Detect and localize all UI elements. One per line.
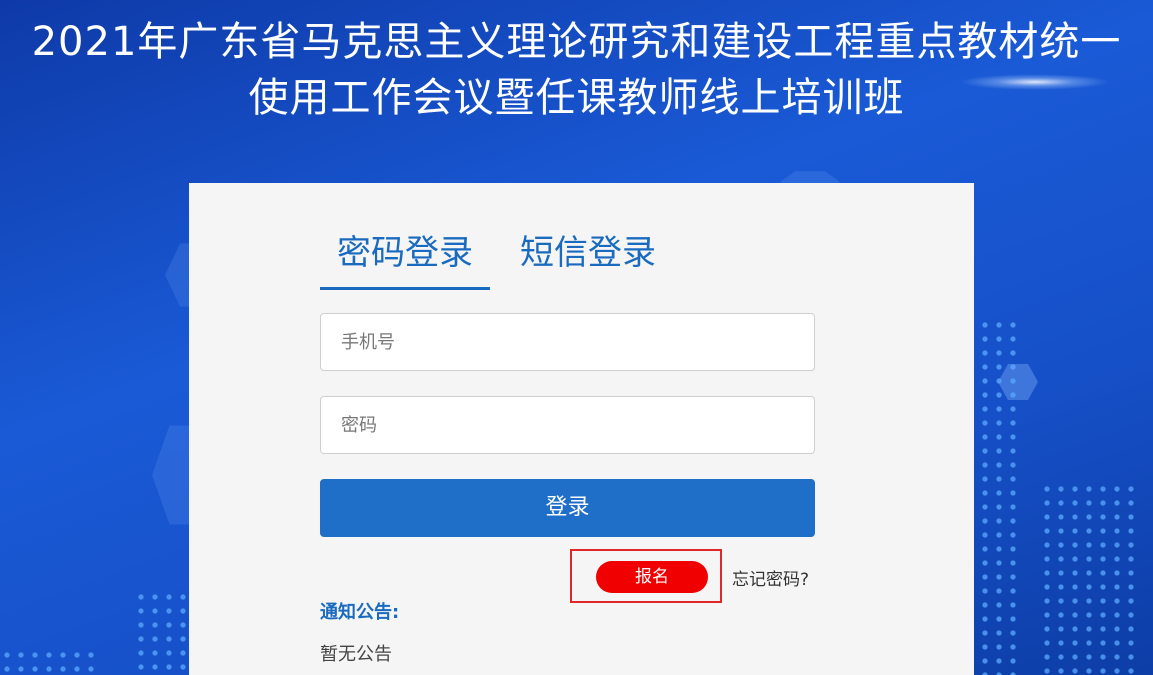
decor-dots [134, 590, 190, 675]
login-card: 密码登录 短信登录 登录 报名 忘记密码? 通知公告: 暂无公告 [189, 183, 974, 675]
forgot-password-link[interactable]: 忘记密码? [732, 565, 809, 590]
login-button[interactable]: 登录 [320, 479, 815, 537]
notice-title: 通知公告: [320, 602, 400, 623]
password-input[interactable] [320, 396, 815, 454]
signup-button[interactable]: 报名 [596, 561, 708, 593]
signup-highlight-box: 报名 [570, 549, 722, 603]
login-tabs: 密码登录 短信登录 [320, 231, 673, 290]
title-line-2: 使用工作会议暨任课教师线上培训班 [248, 75, 905, 121]
tab-sms-login[interactable]: 短信登录 [503, 231, 673, 290]
page-background: 2021年广东省马克思主义理论研究和建设工程重点教材统一 使用工作会议暨任课教师… [0, 0, 1153, 675]
decor-dots [978, 318, 1020, 675]
page-title: 2021年广东省马克思主义理论研究和建设工程重点教材统一 使用工作会议暨任课教师… [0, 14, 1153, 126]
phone-input[interactable] [320, 313, 815, 371]
notice-text: 暂无公告 [320, 644, 392, 665]
decor-dots [1040, 482, 1140, 675]
decor-dots [0, 648, 100, 675]
title-line-1: 2021年广东省马克思主义理论研究和建设工程重点教材统一 [31, 19, 1122, 65]
tab-password-login[interactable]: 密码登录 [320, 231, 490, 290]
